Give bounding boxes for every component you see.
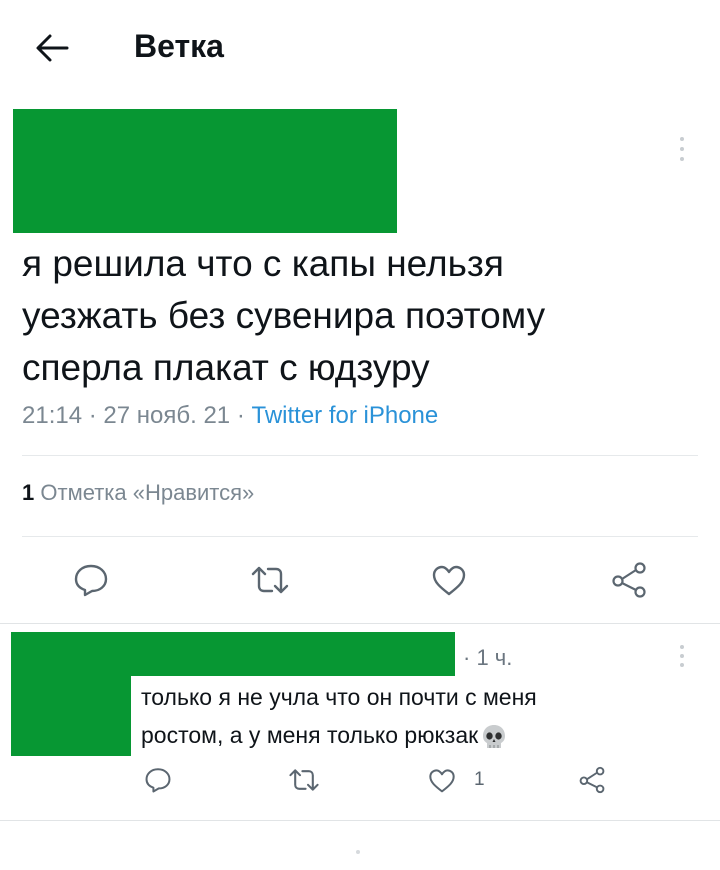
likes-count: 1 <box>22 480 35 505</box>
like-icon <box>432 565 466 596</box>
back-button[interactable] <box>28 26 76 70</box>
redacted-author-block <box>13 109 397 233</box>
retweet-icon <box>289 769 319 791</box>
more-options-icon[interactable] <box>676 137 688 161</box>
page-title: Ветка <box>134 28 224 64</box>
likes-summary[interactable]: 1 Отметка «Нравится» <box>22 480 254 506</box>
divider <box>22 455 698 456</box>
reply-like-button[interactable]: 1 <box>428 764 494 796</box>
tweet-meta: 21:14 · 27 нояб. 21 · Twitter for iPhone <box>22 402 439 429</box>
reply-button[interactable] <box>66 560 116 600</box>
reply-reply-button[interactable] <box>140 764 176 796</box>
like-button[interactable] <box>424 560 474 600</box>
skull-icon <box>483 724 506 748</box>
tweet-time: 21:14 <box>22 402 83 429</box>
like-icon <box>429 768 455 792</box>
reply-share-button[interactable] <box>574 762 610 798</box>
reply-more-options-icon[interactable] <box>676 645 688 667</box>
divider <box>22 536 698 537</box>
reply-text-line: только я не учла что он почти с меня <box>141 684 537 710</box>
redacted-reply-author-name <box>130 632 455 676</box>
divider <box>0 623 720 624</box>
retweet-icon <box>251 566 289 594</box>
retweet-button[interactable] <box>244 560 296 600</box>
reply-text: только я не учла что он почти с меня рос… <box>141 678 641 754</box>
reply-icon <box>145 768 171 793</box>
share-icon <box>579 766 605 794</box>
tweet-text: я решила что с капы нельзя уезжать без с… <box>22 243 546 388</box>
arrow-left-icon <box>36 34 69 62</box>
tweet-date: 27 нояб. 21 <box>103 402 231 429</box>
reply-retweet-button[interactable] <box>284 764 324 796</box>
divider <box>0 820 720 821</box>
share-button[interactable] <box>604 558 654 602</box>
reply-text-line: ростом, а у меня только рюкзак <box>141 716 641 754</box>
reply-like-count: 1 <box>474 769 485 790</box>
reply-icon <box>74 564 108 597</box>
likes-label: Отметка «Нравится» <box>40 480 255 505</box>
redacted-reply-avatar <box>11 632 131 756</box>
loading-dot <box>356 850 360 854</box>
share-icon <box>612 562 646 598</box>
reply-time: · 1 ч. <box>463 645 513 670</box>
tweet-source-link[interactable]: Twitter for iPhone <box>252 402 439 429</box>
